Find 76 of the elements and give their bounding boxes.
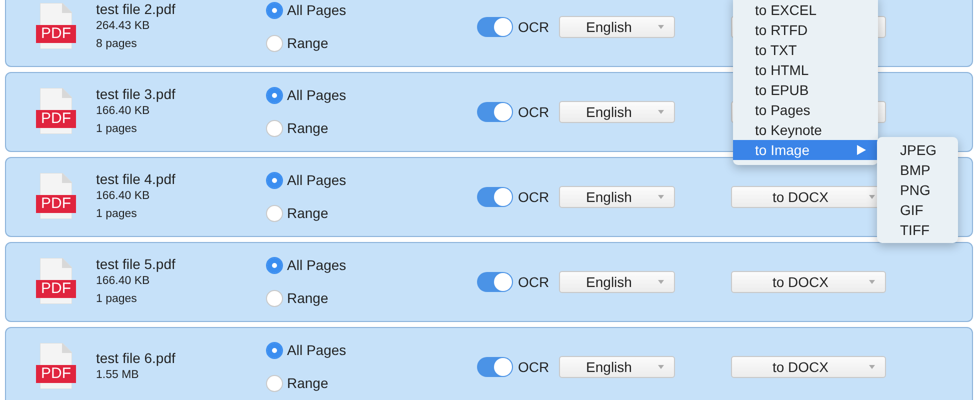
caret-icon bbox=[658, 194, 664, 200]
toggle-switch[interactable] bbox=[477, 272, 513, 292]
toggle-label: OCR bbox=[518, 358, 550, 376]
caret-icon bbox=[869, 194, 875, 200]
toggle-label: OCR bbox=[518, 102, 550, 122]
menu-item[interactable]: to EXCEL bbox=[733, 0, 878, 20]
radio-button[interactable] bbox=[266, 375, 283, 392]
toggle-switch[interactable] bbox=[477, 357, 513, 377]
toggle-switch[interactable] bbox=[477, 187, 513, 207]
radio-label: All Pages bbox=[287, 256, 346, 275]
menu-item[interactable]: to RTFD bbox=[733, 20, 878, 40]
file-size: 166.40 KB bbox=[96, 274, 151, 289]
page-count: 1 pages bbox=[96, 207, 138, 222]
format-dropdown[interactable]: to DOCX bbox=[731, 271, 886, 293]
radio-label: All Pages bbox=[287, 171, 346, 190]
menu-item[interactable]: to Keynote bbox=[733, 120, 878, 140]
language-dropdown[interactable]: English bbox=[559, 16, 675, 38]
radio-label: Range bbox=[287, 119, 328, 138]
menu-item[interactable]: JPEG bbox=[877, 140, 958, 160]
file-type-badge: PDF bbox=[36, 280, 76, 298]
file-size: 264.43 KB bbox=[96, 19, 151, 34]
language-dropdown[interactable]: English bbox=[559, 356, 675, 378]
file-name: test file 2.pdf bbox=[96, 1, 176, 17]
submenu-arrow-icon bbox=[857, 145, 866, 155]
menu-item[interactable]: to EPUB bbox=[733, 80, 878, 100]
radio-label: Range bbox=[287, 204, 328, 223]
file-size: 166.40 KB bbox=[96, 104, 151, 119]
menu-item[interactable]: to TXT bbox=[733, 40, 878, 60]
file-size: 1.55 MB bbox=[96, 368, 140, 383]
radio-button[interactable] bbox=[266, 2, 283, 19]
radio-button[interactable] bbox=[266, 172, 283, 189]
radio-label: All Pages bbox=[287, 1, 346, 20]
format-dropdown[interactable]: to DOCX bbox=[731, 356, 886, 378]
file-type-badge: PDF bbox=[36, 195, 76, 213]
radio-label: All Pages bbox=[287, 341, 346, 360]
menu-item[interactable]: to Image bbox=[733, 140, 878, 160]
page-count: 1 pages bbox=[96, 122, 138, 137]
caret-icon bbox=[658, 364, 664, 370]
file-name: test file 6.pdf bbox=[96, 350, 176, 366]
caret-icon bbox=[869, 364, 875, 370]
language-dropdown[interactable]: English bbox=[559, 186, 675, 208]
caret-icon bbox=[658, 24, 664, 30]
toggle-label: OCR bbox=[518, 18, 550, 36]
menu-item[interactable]: TIFF bbox=[877, 220, 958, 240]
radio-button[interactable] bbox=[266, 87, 283, 104]
toggle-label: OCR bbox=[518, 272, 550, 292]
radio-label: Range bbox=[287, 34, 328, 53]
radio-label: Range bbox=[287, 289, 328, 308]
file-type-badge: PDF bbox=[36, 25, 76, 43]
radio-button[interactable] bbox=[266, 205, 283, 222]
caret-icon bbox=[658, 280, 664, 284]
file-type-badge: PDF bbox=[36, 110, 76, 128]
caret-icon bbox=[869, 280, 875, 284]
file-size: 166.40 KB bbox=[96, 189, 151, 204]
language-dropdown[interactable]: English bbox=[559, 271, 675, 293]
radio-button[interactable] bbox=[266, 290, 283, 307]
menu-item[interactable]: to Pages bbox=[733, 100, 878, 120]
page-count: 8 pages bbox=[96, 37, 138, 52]
file-name: test file 5.pdf bbox=[96, 256, 176, 272]
language-dropdown[interactable]: English bbox=[559, 101, 675, 123]
radio-button[interactable] bbox=[266, 342, 283, 359]
caret-icon bbox=[658, 110, 664, 114]
radio-button[interactable] bbox=[266, 120, 283, 137]
toggle-switch[interactable] bbox=[477, 17, 513, 37]
radio-label: All Pages bbox=[287, 86, 346, 105]
toggle-label: OCR bbox=[518, 188, 550, 206]
file-name: test file 3.pdf bbox=[96, 86, 176, 102]
menu-item[interactable]: BMP bbox=[877, 160, 958, 180]
file-name: test file 4.pdf bbox=[96, 171, 176, 187]
menu-item[interactable]: to HTML bbox=[733, 60, 878, 80]
radio-button[interactable] bbox=[266, 257, 283, 274]
file-type-badge: PDF bbox=[36, 365, 76, 383]
radio-label: Range bbox=[287, 374, 328, 393]
toggle-switch[interactable] bbox=[477, 102, 513, 122]
page-count: 1 pages bbox=[96, 292, 138, 307]
radio-button[interactable] bbox=[266, 35, 283, 52]
